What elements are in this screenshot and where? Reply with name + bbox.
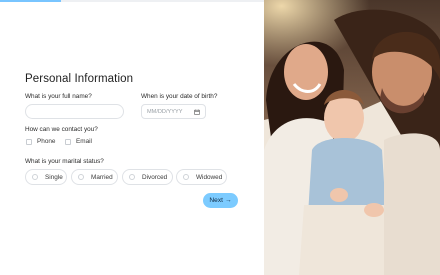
widowed-label: Widowed — [196, 173, 223, 181]
dob-input[interactable]: MM/DD/YYYY — [141, 104, 206, 119]
single-radio[interactable] — [32, 174, 38, 180]
divorced-label: Divorced — [142, 173, 168, 181]
phone-label: Phone — [37, 138, 56, 145]
dob-label: When is your date of birth? — [141, 93, 218, 100]
married-radio[interactable] — [78, 174, 84, 180]
page-title: Personal Information — [25, 73, 134, 85]
email-label: Email — [76, 138, 92, 145]
marital-option-divorced[interactable]: Divorced — [122, 169, 173, 185]
marital-option-widowed[interactable]: Widowed — [176, 169, 227, 185]
arrow-right-icon: → — [224, 197, 232, 204]
contact-option-email[interactable]: Email — [65, 138, 92, 145]
single-label: Single — [45, 173, 63, 181]
phone-checkbox[interactable] — [26, 138, 32, 145]
next-label: Next — [209, 197, 223, 204]
full-name-label: What is your full name? — [25, 93, 92, 100]
married-label: Married — [91, 173, 113, 181]
widowed-radio[interactable] — [183, 174, 189, 180]
contact-option-phone[interactable]: Phone — [26, 138, 55, 145]
marital-option-married[interactable]: Married — [71, 169, 118, 185]
marital-label: What is your marital status? — [25, 158, 104, 165]
calendar-icon[interactable] — [194, 108, 200, 115]
full-name-input[interactable] — [25, 104, 124, 119]
form-panel: Personal Information What is your full n… — [0, 0, 264, 275]
family-photo — [264, 0, 440, 275]
divorced-radio[interactable] — [129, 174, 135, 180]
contact-label: How can we contact you? — [25, 126, 98, 133]
next-button[interactable]: Next → — [203, 193, 238, 208]
dob-placeholder: MM/DD/YYYY — [147, 108, 183, 115]
email-checkbox[interactable] — [65, 138, 71, 145]
family-photo-illustration — [264, 0, 440, 275]
marital-option-single[interactable]: Single — [25, 169, 67, 185]
